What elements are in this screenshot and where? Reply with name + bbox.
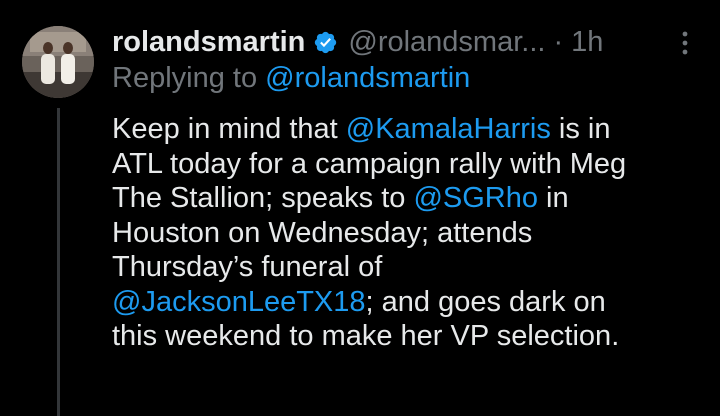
verified-badge-icon[interactable] bbox=[313, 30, 338, 55]
more-vertical-icon[interactable] bbox=[680, 30, 690, 56]
tweet-text-segment: ; and goes dark on bbox=[365, 285, 606, 318]
mention-link[interactable]: @JacksonLeeTX18 bbox=[112, 286, 366, 318]
tweet-text-segment: this weekend to make her VP selection. bbox=[112, 320, 620, 352]
avatar[interactable] bbox=[22, 26, 94, 98]
display-name[interactable]: rolandsmartin bbox=[112, 26, 305, 59]
timestamp[interactable]: 1h bbox=[571, 26, 603, 59]
tweet-text-segment: Houston on Wednesday; attends bbox=[112, 216, 533, 249]
tweet[interactable]: rolandsmartin @rolandsmar... · 1h Replyi… bbox=[0, 0, 720, 416]
tweet-text-line: Keep in mind that @KamalaHarris is in bbox=[112, 112, 712, 147]
tweet-text-line: The Stallion; speaks to @SGRho in bbox=[112, 181, 712, 216]
user-handle[interactable]: @rolandsmar... bbox=[348, 26, 545, 59]
tweet-header: rolandsmartin @rolandsmar... · 1h bbox=[112, 22, 603, 62]
tweet-text-segment: ATL today for a campaign rally with Meg bbox=[112, 147, 627, 180]
thread-line bbox=[57, 108, 60, 416]
replying-to-label: Replying to bbox=[112, 62, 266, 94]
tweet-text-segment: The Stallion; speaks to bbox=[112, 182, 414, 214]
avatar-photo bbox=[22, 26, 94, 98]
tweet-text-line: this weekend to make her VP selection. bbox=[112, 319, 712, 354]
tweet-text-line: ATL today for a campaign rally with Meg bbox=[112, 147, 712, 182]
mention-link[interactable]: @KamalaHarris bbox=[346, 113, 551, 145]
tweet-text-segment: Thursday’s funeral of bbox=[112, 251, 383, 283]
tweet-text: Keep in mind that @KamalaHarris is in ATL… bbox=[112, 112, 712, 354]
mention-link[interactable]: @SGRho bbox=[413, 182, 538, 214]
replying-to: Replying to @rolandsmartin bbox=[112, 62, 470, 98]
tweet-text-segment: in bbox=[538, 182, 569, 214]
tweet-text-line: Thursday’s funeral of bbox=[112, 250, 712, 285]
tweet-text-segment: Keep in mind that bbox=[112, 113, 346, 145]
tweet-text-segment: is in bbox=[550, 113, 611, 145]
tweet-text-line: @JacksonLeeTX18; and goes dark on bbox=[112, 285, 712, 320]
tweet-text-line: Houston on Wednesday; attends bbox=[112, 216, 712, 251]
separator-dot: · bbox=[553, 25, 564, 58]
replying-to-handle[interactable]: @rolandsmartin bbox=[265, 62, 470, 94]
